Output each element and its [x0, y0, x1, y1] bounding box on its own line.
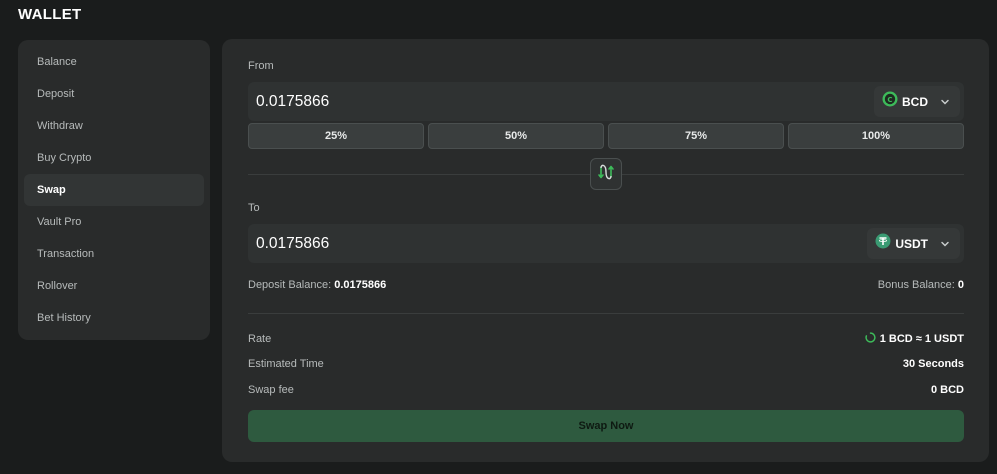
sidebar-item-withdraw[interactable]: Withdraw	[24, 110, 204, 142]
svg-text:C: C	[887, 96, 892, 104]
bonus-balance-value: 0	[957, 279, 964, 291]
rate-value-wrap: 1 BCD ≈ 1 USDT	[865, 332, 964, 346]
sidebar-item-transaction[interactable]: Transaction	[24, 238, 204, 270]
balance-row: Deposit Balance: 0.0175866 Bonus Balance…	[248, 279, 964, 291]
wallet-sidebar: Balance Deposit Withdraw Buy Crypto Swap…	[18, 40, 210, 340]
sidebar-item-deposit[interactable]: Deposit	[24, 78, 204, 110]
swap-direction-button[interactable]	[590, 158, 622, 190]
swap-fee-label: Swap fee	[248, 384, 294, 396]
rate-label: Rate	[248, 333, 272, 345]
to-coin-name: USDT	[895, 236, 928, 251]
from-coin-select[interactable]: C BCD	[874, 86, 960, 117]
sidebar-item-bet-history[interactable]: Bet History	[24, 302, 204, 334]
to-amount-box: USDT	[248, 224, 964, 263]
sidebar-item-balance[interactable]: Balance	[24, 46, 204, 78]
deposit-balance: Deposit Balance: 0.0175866	[248, 279, 386, 291]
bcd-coin-icon: C	[882, 91, 898, 112]
percent-50-button[interactable]: 50%	[428, 123, 604, 149]
bonus-balance: Bonus Balance: 0	[878, 279, 964, 291]
from-amount-box: C BCD	[248, 82, 964, 121]
to-amount-input[interactable]	[248, 224, 808, 263]
swap-fee-value: 0 BCD	[930, 384, 964, 396]
from-label: From	[248, 60, 274, 72]
divider	[248, 313, 964, 314]
sidebar-item-buy-crypto[interactable]: Buy Crypto	[24, 142, 204, 174]
deposit-balance-value: 0.0175866	[334, 279, 387, 291]
percent-buttons: 25% 50% 75% 100%	[248, 123, 964, 149]
percent-75-button[interactable]: 75%	[608, 123, 784, 149]
estimated-time-label: Estimated Time	[248, 358, 324, 370]
chevron-down-icon	[940, 97, 950, 107]
chevron-down-icon	[940, 239, 950, 249]
sidebar-item-swap[interactable]: Swap	[24, 174, 204, 206]
bonus-balance-label: Bonus Balance:	[877, 279, 955, 291]
estimated-time-value: 30 Seconds	[902, 358, 964, 370]
swap-now-button[interactable]: Swap Now	[248, 410, 964, 442]
sidebar-item-rollover[interactable]: Rollover	[24, 270, 204, 302]
swap-fee-row: Swap fee 0 BCD	[248, 384, 964, 396]
rate-row: Rate 1 BCD ≈ 1 USDT	[248, 332, 964, 346]
from-coin-name: BCD	[902, 94, 928, 109]
usdt-coin-icon	[875, 233, 891, 254]
to-label: To	[248, 202, 260, 214]
swap-arrows-icon	[596, 162, 616, 187]
page-title: WALLET	[18, 6, 82, 23]
sidebar-item-vault-pro[interactable]: Vault Pro	[24, 206, 204, 238]
refresh-icon	[865, 332, 876, 346]
swap-panel: From C BCD 25% 50% 75% 100%	[222, 39, 989, 462]
percent-25-button[interactable]: 25%	[248, 123, 424, 149]
percent-100-button[interactable]: 100%	[788, 123, 964, 149]
to-coin-select[interactable]: USDT	[867, 228, 960, 259]
from-amount-input[interactable]	[248, 82, 808, 121]
rate-value: 1 BCD ≈ 1 USDT	[879, 333, 964, 345]
estimated-time-row: Estimated Time 30 Seconds	[248, 358, 964, 370]
deposit-balance-label: Deposit Balance:	[248, 279, 332, 291]
